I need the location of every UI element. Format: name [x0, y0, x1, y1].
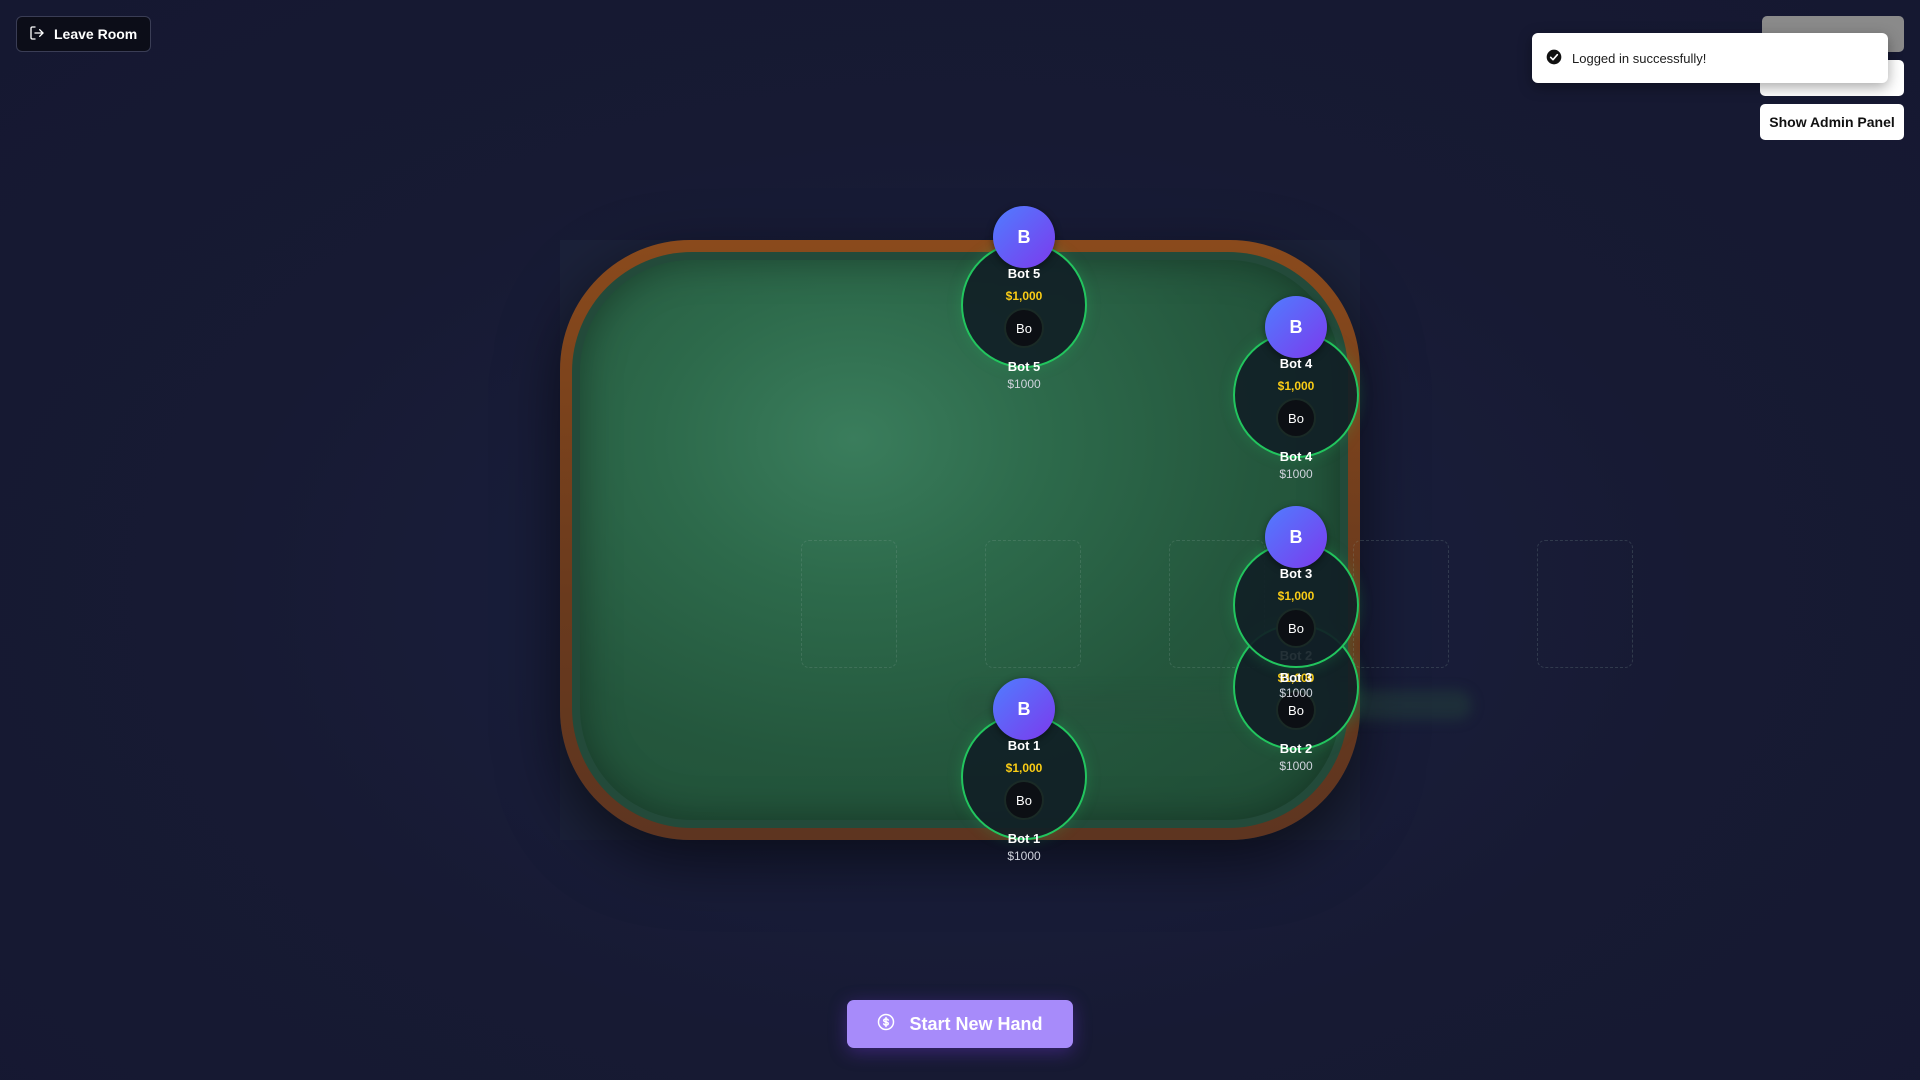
player-chip-badge: Bo [1004, 780, 1044, 820]
avatar: B [993, 206, 1055, 268]
seat-label-balance: $1000 [1279, 759, 1313, 773]
community-card-slot [1353, 540, 1449, 668]
player-chips: $1,000 [1005, 289, 1043, 303]
show-admin-panel-button[interactable]: Show Admin Panel [1760, 104, 1904, 140]
player-name: Bot 3 [1279, 566, 1313, 581]
player-chips: $1,000 [1005, 761, 1043, 775]
avatar: B [1265, 296, 1327, 358]
start-new-hand-button[interactable]: Start New Hand [847, 1000, 1073, 1048]
toast-message: Logged in successfully! [1572, 50, 1707, 66]
leave-room-label: Leave Room [54, 26, 138, 42]
community-card-slot [1537, 540, 1633, 668]
player-chip-badge: Bo [1004, 308, 1044, 348]
toast-notification: Logged in successfully! [1532, 33, 1888, 83]
player-chips: $1,000 [1277, 589, 1315, 603]
player-name: Bot 4 [1279, 356, 1313, 371]
player-chip-badge: Bo [1276, 398, 1316, 438]
check-circle-icon [1546, 49, 1562, 68]
avatar: B [1265, 506, 1327, 568]
avatar: B [993, 678, 1055, 740]
player-chip-badge: Bo [1276, 608, 1316, 648]
community-card-slot [985, 540, 1081, 668]
seat-label-balance: $1000 [1007, 377, 1041, 391]
seat-label-name: Bot 2 [1279, 741, 1313, 756]
dollar-coin-icon [877, 1013, 895, 1036]
start-new-hand-label: Start New Hand [909, 1013, 1043, 1034]
seat-label-name: Bot 3 [1279, 670, 1313, 685]
seat-label-balance: $1000 [1279, 686, 1313, 700]
seat-label-name: Bot 1 [1007, 831, 1041, 846]
community-card-slot [801, 540, 897, 668]
player-name: Bot 1 [1007, 738, 1041, 753]
seat-label-name: Bot 4 [1279, 449, 1313, 464]
leave-room-button[interactable]: Leave Room [16, 16, 152, 52]
player-chips: $1,000 [1277, 379, 1315, 393]
player-name: Bot 5 [1007, 266, 1041, 281]
seat-label-balance: $1000 [1007, 849, 1041, 863]
leave-icon [29, 25, 45, 44]
seat-label-balance: $1000 [1279, 467, 1313, 481]
seat-label-name: Bot 5 [1007, 359, 1041, 374]
